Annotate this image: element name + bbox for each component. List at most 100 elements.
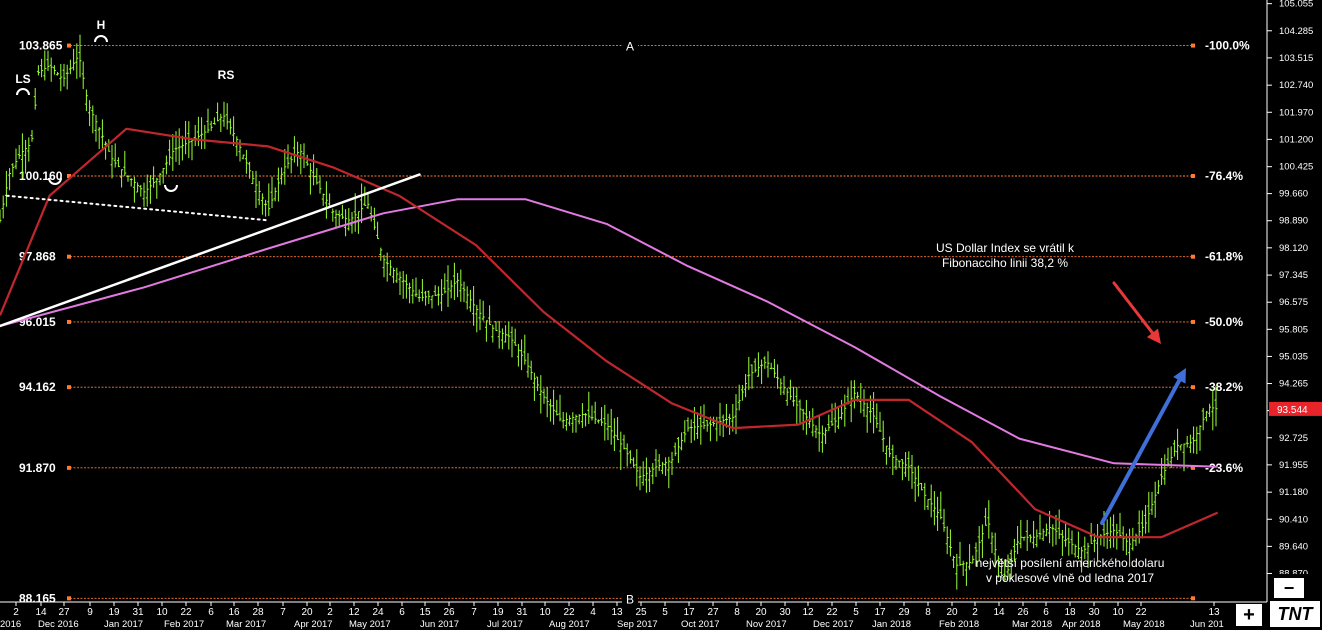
- x-tick-label: 10: [1112, 607, 1124, 618]
- price-bar: [920, 482, 924, 491]
- price-bar: [446, 265, 450, 307]
- price-bar: [267, 183, 271, 216]
- price-bar: [27, 137, 31, 162]
- price-bar: [728, 413, 732, 435]
- price-bar: [609, 408, 613, 445]
- price-bar: [507, 321, 511, 350]
- price-bar: [452, 262, 456, 301]
- price-bar: [772, 358, 776, 378]
- y-tick-label: 94.265: [1279, 379, 1308, 390]
- x-tick-label: 29: [898, 607, 910, 618]
- price-bar: [228, 118, 232, 135]
- price-bar: [616, 417, 620, 441]
- price-bar: [14, 148, 18, 170]
- price-bar: [369, 206, 373, 222]
- price-bar: [900, 459, 904, 481]
- fib-level-start-marker: [67, 254, 71, 259]
- price-bar: [78, 34, 82, 78]
- price-bar: [644, 457, 648, 493]
- price-bar: [1150, 491, 1154, 515]
- price-bar: [1131, 527, 1135, 551]
- price-bar: [584, 413, 588, 427]
- neckline-dotted: [5, 194, 270, 222]
- price-bar: [372, 207, 376, 230]
- price-bar: [4, 170, 8, 207]
- x-tick-label: 10: [156, 607, 168, 618]
- price-bar: [123, 150, 127, 176]
- x-tick-label: 12: [802, 607, 814, 618]
- price-bar: [1067, 527, 1071, 556]
- x-tick-label: 7: [471, 607, 477, 618]
- fib-tag-label: A: [626, 40, 634, 54]
- price-bar: [190, 138, 194, 161]
- price-bar: [776, 364, 780, 389]
- y-tick-label: 100.425: [1279, 162, 1313, 173]
- fib-level-start-marker: [67, 319, 71, 324]
- price-bar: [177, 128, 181, 165]
- x-tick-label: 22: [826, 607, 838, 618]
- current-price-label: 93.544: [1277, 405, 1308, 416]
- price-bar: [65, 64, 69, 90]
- price-bar: [827, 414, 831, 431]
- price-bar: [545, 387, 549, 418]
- price-bar: [680, 432, 684, 451]
- price-bar: [875, 403, 879, 429]
- price-bar: [456, 272, 460, 298]
- price-bar: [286, 144, 290, 169]
- price-bar: [155, 177, 159, 199]
- price-bar: [990, 532, 994, 554]
- price-bar: [1035, 529, 1039, 548]
- annotation-fib-return: US Dollar Index se vrátil k Fibonacciho l…: [895, 241, 1115, 271]
- price-bar: [843, 394, 847, 427]
- price-bar: [36, 65, 40, 76]
- price-bar: [744, 374, 748, 398]
- price-bar: [817, 415, 821, 452]
- zoom-in-button[interactable]: +: [1236, 604, 1262, 626]
- fib-pct-label: -38.2%: [1205, 380, 1243, 394]
- price-bar: [494, 321, 498, 331]
- fib-level-end-marker: [1191, 174, 1195, 179]
- x-month-label: Nov 2017: [746, 619, 787, 630]
- price-bar: [574, 414, 578, 433]
- price-bar: [1166, 447, 1170, 467]
- price-bar: [257, 181, 261, 206]
- x-tick-label: 26: [1017, 607, 1029, 618]
- price-bar: [1070, 530, 1074, 555]
- price-bar: [878, 411, 882, 432]
- price-bar: [1019, 519, 1023, 549]
- x-month-label: Jan 2017: [104, 619, 143, 630]
- price-bar: [8, 167, 12, 191]
- x-tick-label: 10: [539, 607, 551, 618]
- price-bar: [1188, 434, 1192, 453]
- price-bar: [836, 406, 840, 429]
- price-bar: [916, 465, 920, 497]
- price-bar: [593, 401, 597, 425]
- fib-pct-label: -23.6%: [1205, 461, 1243, 475]
- price-bar: [904, 452, 908, 477]
- fib-price-label: 94.162: [19, 380, 56, 394]
- price-bar: [1185, 436, 1189, 448]
- price-bar: [94, 114, 98, 142]
- price-bar: [203, 124, 207, 150]
- price-bar: [1208, 403, 1212, 418]
- price-bar: [244, 149, 248, 174]
- price-bar: [1192, 426, 1196, 454]
- zoom-out-button[interactable]: −: [1274, 578, 1304, 598]
- price-bar: [97, 127, 101, 149]
- fib-price-label: 103.865: [19, 39, 63, 53]
- price-bar: [561, 411, 565, 429]
- price-bar: [104, 141, 108, 160]
- x-tick-label: 24: [372, 607, 384, 618]
- x-tick-label: 31: [516, 607, 528, 618]
- price-bar: [129, 178, 133, 187]
- price-bar: [363, 186, 367, 206]
- x-month-label: Aug 2017: [549, 619, 590, 630]
- price-bar: [606, 413, 610, 441]
- x-tick-label: 22: [563, 607, 575, 618]
- price-bar: [820, 425, 824, 453]
- price-bar: [830, 403, 834, 426]
- fib-level-end-marker: [1191, 596, 1195, 601]
- price-bar: [942, 508, 946, 532]
- price-bar: [302, 143, 306, 169]
- price-bar: [929, 484, 933, 518]
